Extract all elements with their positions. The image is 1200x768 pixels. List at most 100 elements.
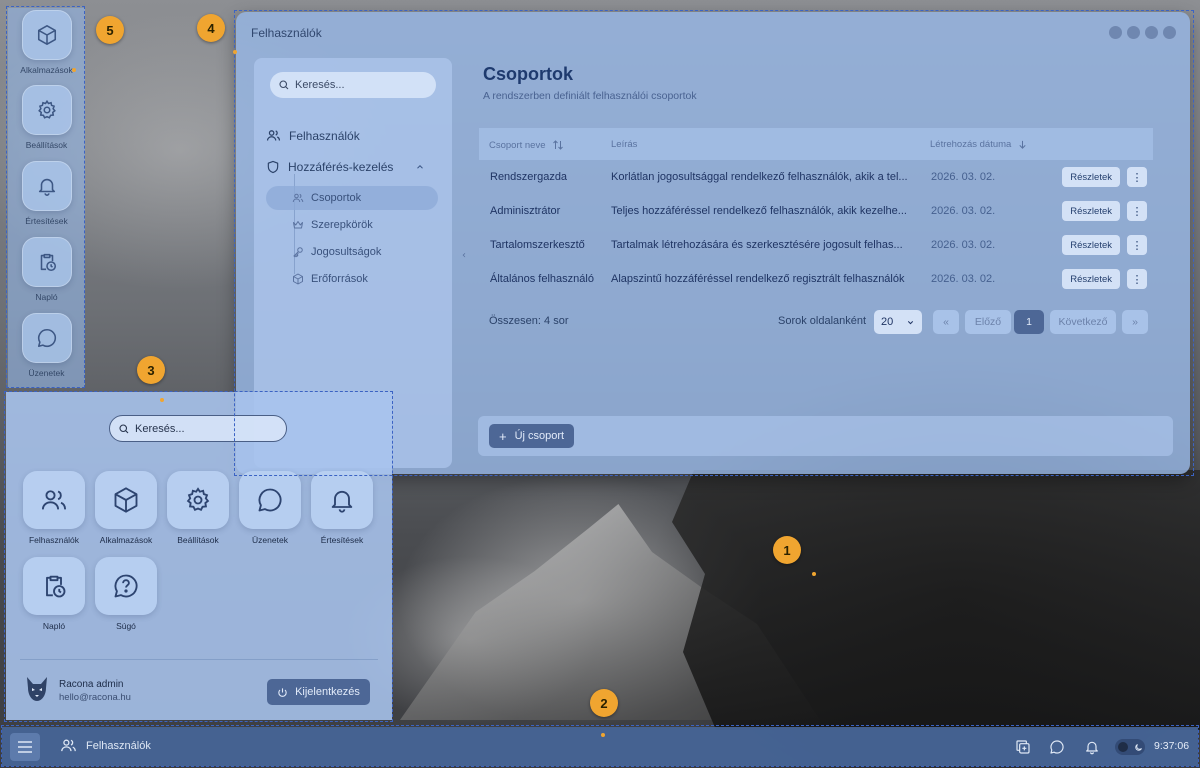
gear-icon <box>167 471 229 529</box>
key-icon <box>293 247 303 258</box>
sidebar-item-label: Felhasználók <box>289 128 360 143</box>
app-users[interactable]: Felhasználók <box>18 471 90 545</box>
chat-icon <box>239 471 301 529</box>
search-icon <box>119 423 129 433</box>
table-row[interactable]: Általános felhasználó Alapszintű hozzáfé… <box>479 264 1153 294</box>
marker-badge: 3 <box>137 356 165 384</box>
column-header-name[interactable]: Csoport neve <box>489 139 564 151</box>
column-header-label: Létrehozás dátuma <box>930 139 1012 150</box>
windows-overview-icon[interactable] <box>1014 738 1032 756</box>
dock-item-notifications[interactable]: Értesítések <box>8 161 85 233</box>
window-help-button[interactable] <box>1109 26 1122 39</box>
marker-pointer <box>72 68 76 72</box>
help-icon <box>95 557 157 615</box>
window-maximize-button[interactable] <box>1145 26 1158 39</box>
chevron-up-icon <box>417 165 424 169</box>
sidebar-search <box>270 72 436 98</box>
start-menu: Felhasználók Alkalmazások Beállítások Üz… <box>6 392 392 720</box>
logout-button[interactable]: Kijelentkezés <box>267 679 370 705</box>
window-controls <box>1109 26 1176 39</box>
marker-pointer <box>233 50 237 54</box>
page-title: Csoportok <box>483 64 573 84</box>
more-options-button[interactable]: ⋮ <box>1127 269 1147 289</box>
taskbar-app-users[interactable]: Felhasználók <box>60 737 151 754</box>
users-icon <box>23 471 85 529</box>
sidebar-item-access-management[interactable]: Hozzáférés-kezelés <box>266 160 442 174</box>
chevron-down-icon <box>907 320 914 324</box>
logout-label: Kijelentkezés <box>295 686 360 698</box>
users-icon <box>61 739 76 752</box>
sidebar-collapse-icon[interactable]: ‹ <box>462 250 466 261</box>
app-label: Beállítások <box>177 535 219 545</box>
new-group-button[interactable]: + Új csoport <box>489 424 575 448</box>
more-options-button[interactable]: ⋮ <box>1127 167 1147 187</box>
more-options-button[interactable]: ⋮ <box>1127 235 1147 255</box>
sort-icon <box>552 140 563 150</box>
cell-group-name: Adminisztrátor <box>490 205 561 217</box>
dock-item-log[interactable]: Napló <box>8 237 85 309</box>
sidebar-item-resources[interactable]: Erőforrások <box>266 267 438 291</box>
column-header-created[interactable]: Létrehozás dátuma <box>930 139 1028 150</box>
app-notifications[interactable]: Értesítések <box>306 471 378 545</box>
sidebar-sub-label: Csoportok <box>311 192 362 204</box>
details-button[interactable]: Részletek <box>1062 269 1120 289</box>
app-label: Alkalmazások <box>99 535 153 545</box>
table-row[interactable]: Adminisztrátor Teljes hozzáféréssel rend… <box>479 196 1153 226</box>
start-menu-search-input[interactable] <box>135 422 275 435</box>
cell-description: Alapszintű hozzáféréssel rendelkező regi… <box>611 273 905 285</box>
bell-icon[interactable] <box>1083 738 1101 756</box>
details-button[interactable]: Részletek <box>1062 201 1120 221</box>
app-help[interactable]: Súgó <box>90 557 162 631</box>
arrow-down-icon <box>1019 140 1026 149</box>
menu-divider <box>20 659 378 660</box>
clipboard-clock-icon <box>23 557 85 615</box>
chat-icon[interactable] <box>1048 738 1066 756</box>
window-minimize-button[interactable] <box>1127 26 1140 39</box>
sidebar-item-groups[interactable]: Csoportok <box>266 186 438 210</box>
window-close-button[interactable] <box>1163 26 1176 39</box>
cell-group-name: Általános felhasználó <box>490 273 594 285</box>
sidebar-item-users[interactable]: Felhasználók <box>266 128 360 143</box>
app-label: Üzenetek <box>252 535 288 545</box>
gear-icon <box>21 85 72 135</box>
dock-label: Beállítások <box>25 140 68 150</box>
first-page-button[interactable]: « <box>933 310 959 334</box>
app-messages[interactable]: Üzenetek <box>234 471 306 545</box>
column-header-description[interactable]: Leírás <box>611 139 637 150</box>
sidebar-item-permissions[interactable]: Jogosultságok <box>266 240 438 264</box>
rows-per-page-value: 20 <box>881 316 894 328</box>
shield-icon <box>267 160 279 174</box>
bell-icon <box>21 161 72 211</box>
user-email: hello@racona.hu <box>59 692 131 703</box>
dock-label: Értesítések <box>25 216 68 226</box>
next-page-button[interactable]: Következő <box>1050 310 1116 334</box>
details-button[interactable]: Részletek <box>1062 167 1120 187</box>
previous-page-button[interactable]: Előző <box>965 310 1011 334</box>
dock-item-messages[interactable]: Üzenetek <box>8 313 85 385</box>
table-row[interactable]: Rendszergazda Korlátlan jogosultsággal r… <box>479 162 1153 192</box>
cell-group-name: Tartalomszerkesztő <box>490 239 585 251</box>
sidebar-item-roles[interactable]: Szerepkörök <box>266 213 438 237</box>
users-icon <box>292 193 304 203</box>
app-applications[interactable]: Alkalmazások <box>90 471 162 545</box>
moon-icon <box>1132 738 1144 756</box>
app-settings[interactable]: Beállítások <box>162 471 234 545</box>
window-footer: + Új csoport <box>478 416 1173 456</box>
marker-pointer <box>812 572 816 576</box>
table-row[interactable]: Tartalomszerkesztő Tartalmak létrehozásá… <box>479 230 1153 260</box>
app-log[interactable]: Napló <box>18 557 90 631</box>
start-menu-button[interactable] <box>10 733 40 761</box>
cell-created-date: 2026. 03. 02. <box>931 239 996 251</box>
app-label: Felhasználók <box>28 535 80 545</box>
app-label: Értesítések <box>320 535 364 545</box>
more-options-button[interactable]: ⋮ <box>1127 201 1147 221</box>
sidebar-sub-label: Erőforrások <box>311 273 368 285</box>
last-page-button[interactable]: » <box>1122 310 1148 334</box>
cell-created-date: 2026. 03. 02. <box>931 273 996 285</box>
details-button[interactable]: Részletek <box>1062 235 1120 255</box>
rows-per-page-select[interactable]: 20 <box>874 310 922 334</box>
sidebar-search-input[interactable] <box>295 79 425 91</box>
dock-item-settings[interactable]: Beállítások <box>8 85 85 157</box>
page-1-button[interactable]: 1 <box>1014 310 1044 334</box>
cell-created-date: 2026. 03. 02. <box>931 171 996 183</box>
